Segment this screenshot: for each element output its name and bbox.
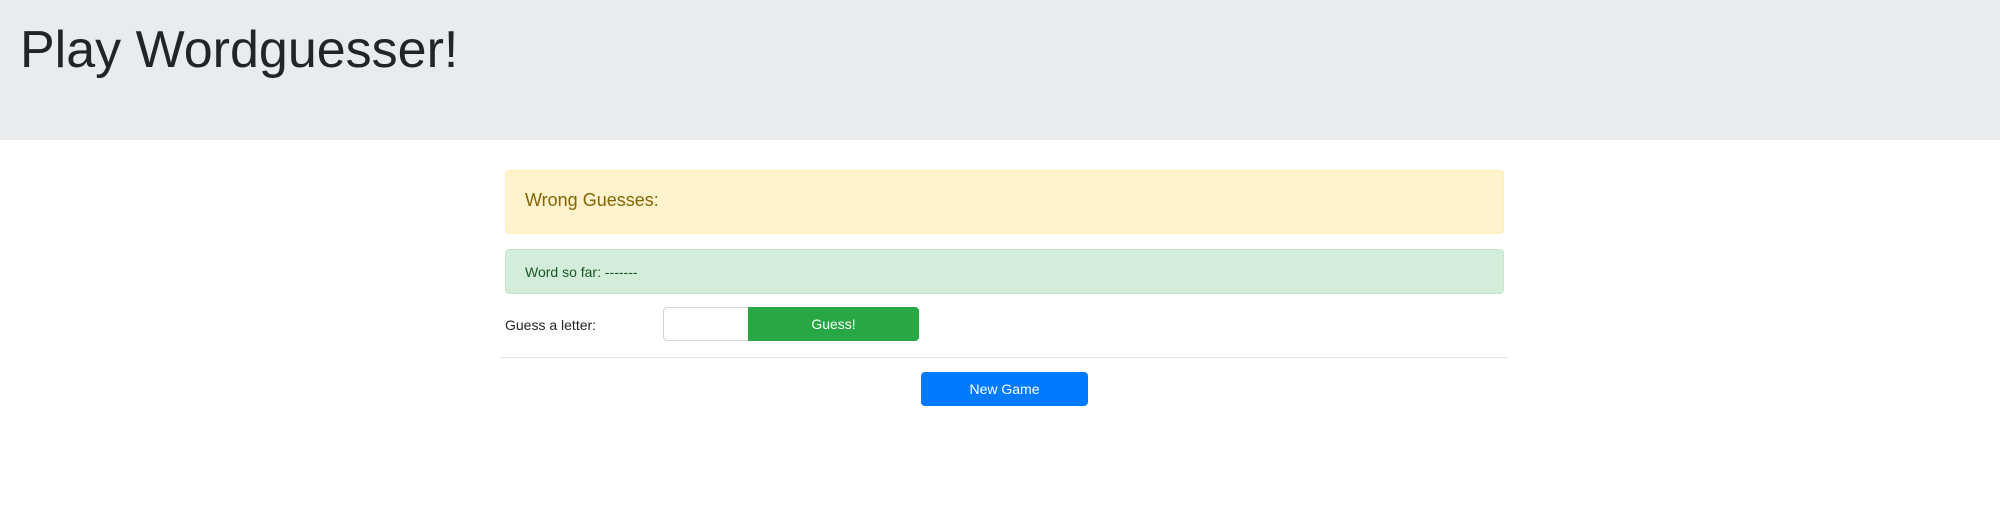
wrong-guesses-alert: Wrong Guesses: [505,170,1504,234]
game-container: Wrong Guesses: Word so far: ------- Gues… [505,170,1504,343]
guess-letter-input[interactable] [663,307,749,341]
page-header: Play Wordguesser! [0,0,2000,140]
guess-button[interactable]: Guess! [748,307,919,341]
wrong-guesses-label: Wrong Guesses: [525,190,659,210]
page-title: Play Wordguesser! [20,21,459,79]
guess-form: Guess a letter: Guess! [505,307,1504,343]
divider [500,357,1508,358]
new-game-button[interactable]: New Game [921,372,1088,406]
word-progress-label: Word so far: ------- [525,264,638,280]
guess-letter-label: Guess a letter: [505,317,597,333]
word-progress-alert: Word so far: ------- [505,249,1504,294]
